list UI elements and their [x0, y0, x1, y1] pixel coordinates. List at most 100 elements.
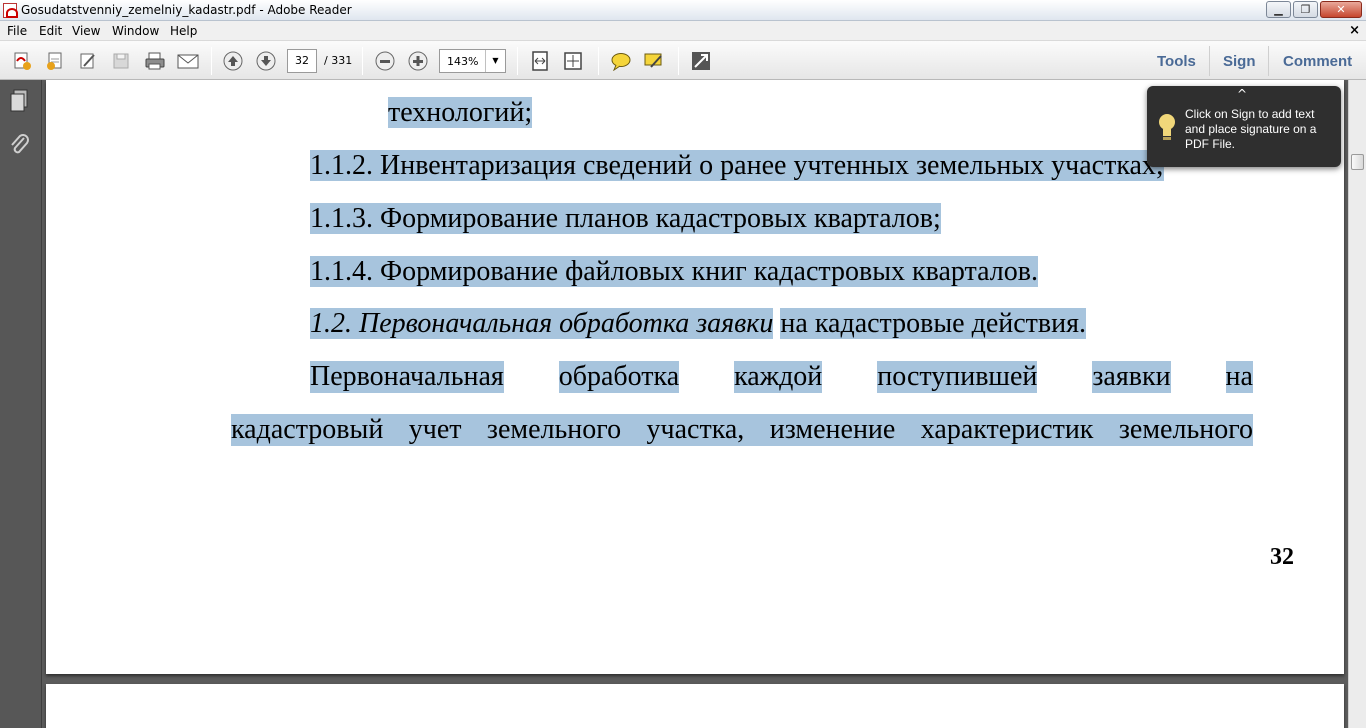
toolbar-separator	[211, 47, 212, 75]
toolbar-separator	[517, 47, 518, 75]
fit-width-button[interactable]	[560, 48, 586, 74]
page-number-input[interactable]: 32	[287, 49, 317, 73]
highlight-icon	[644, 53, 662, 68]
previous-page-button[interactable]	[220, 48, 246, 74]
maximize-button[interactable]: ❐	[1293, 1, 1318, 18]
close-document-icon[interactable]: ×	[1349, 23, 1360, 38]
attachments-button[interactable]	[8, 132, 32, 158]
adobe-reader-icon	[3, 3, 18, 18]
comment-pane-button[interactable]: Comment	[1283, 53, 1352, 70]
close-icon: ✕	[1336, 3, 1346, 16]
minimize-button[interactable]: ▁	[1266, 1, 1291, 18]
document-viewport[interactable]: технологий; 1.1.2. Инвентаризация сведен…	[42, 80, 1348, 728]
save-icon	[113, 53, 129, 69]
document-line: кадастровый учет земельного участка, изм…	[231, 414, 1253, 446]
pane-separator	[1209, 46, 1210, 76]
sign-pane-button[interactable]: Sign	[1223, 53, 1256, 70]
sign-tooltip: ^ Click on Sign to add text and place si…	[1147, 86, 1341, 167]
close-window-button[interactable]: ✕	[1320, 1, 1362, 18]
create-pdf-icon	[14, 52, 31, 70]
comment-icon	[611, 53, 631, 71]
chevron-up-icon[interactable]: ^	[1237, 87, 1247, 101]
email-icon	[177, 54, 199, 69]
selected-word: Первоначальная	[310, 361, 504, 393]
next-page-button[interactable]	[253, 48, 279, 74]
document-line: Первоначальная обработка каждой поступив…	[310, 361, 1253, 393]
restore-icon: ❐	[1300, 3, 1311, 16]
export-button[interactable]	[42, 48, 68, 74]
document-line: 1.1.2. Инвентаризация сведений о ранее у…	[310, 150, 1164, 182]
selected-word: поступившей	[877, 361, 1038, 393]
vertical-scrollbar[interactable]	[1348, 80, 1366, 728]
selected-text: Формирование файловых книг кадастровых к…	[380, 256, 1038, 287]
chevron-down-icon[interactable]: ▼	[485, 50, 505, 72]
highlight-button[interactable]	[640, 48, 666, 74]
selected-word: обработка	[558, 361, 680, 393]
toolbar-separator	[362, 47, 363, 75]
zoom-out-button[interactable]	[372, 48, 398, 74]
menu-help[interactable]: Help	[170, 24, 197, 38]
email-button[interactable]	[174, 48, 200, 74]
fit-page-icon	[532, 51, 548, 71]
create-pdf-button[interactable]	[9, 48, 35, 74]
print-icon	[145, 52, 165, 70]
export-icon	[47, 52, 62, 70]
toolbar-separator	[598, 47, 599, 75]
selected-word: заявки	[1092, 361, 1171, 393]
zoom-in-icon	[408, 51, 428, 71]
pdf-page: технологий; 1.1.2. Инвентаризация сведен…	[46, 80, 1344, 674]
list-number: 1.1.3.	[310, 203, 373, 234]
menu-window[interactable]: Window	[112, 24, 159, 38]
next-page-icon	[256, 51, 276, 71]
lightbulb-icon	[1159, 114, 1175, 140]
comment-button[interactable]	[607, 48, 633, 74]
fit-page-button[interactable]	[527, 48, 553, 74]
document-line: 1.1.3. Формирование планов кадастровых к…	[310, 203, 941, 235]
section-heading: 1.2. Первоначальная обработка заявки	[310, 308, 774, 339]
document-line: технологий;	[388, 97, 533, 129]
save-button[interactable]	[108, 48, 134, 74]
paperclip-icon	[11, 134, 29, 154]
page-thumbnails-button[interactable]	[8, 88, 32, 114]
tools-pane-button[interactable]: Tools	[1157, 53, 1196, 70]
zoom-value: 143%	[447, 55, 479, 68]
title-bar: Gosudatstvenniy_zemelniy_kadastr.pdf - A…	[0, 0, 1366, 21]
scrollbar-thumb[interactable]	[1351, 154, 1364, 170]
menu-bar: File Edit View Window Help ×	[0, 21, 1366, 41]
selected-text: на кадастровые действия.	[780, 308, 1086, 339]
window-title: Gosudatstvenniy_zemelniy_kadastr.pdf - A…	[21, 3, 352, 17]
edit-icon	[80, 53, 95, 69]
window-controls: ▁ ❐ ✕	[1266, 1, 1362, 18]
page-total-label: / 331	[324, 54, 353, 67]
page-number-footer: 32	[1270, 544, 1294, 570]
selected-word: каждой	[734, 361, 823, 393]
zoom-in-button[interactable]	[405, 48, 431, 74]
pane-separator	[1268, 46, 1269, 76]
document-line: 1.2. Первоначальная обработка заявки на …	[310, 308, 1086, 340]
tooltip-text: Click on Sign to add text and place sign…	[1185, 107, 1317, 151]
selected-text: технологий;	[388, 97, 533, 128]
toolbar: 32 / 331 143% ▼ Tools Sign Comment	[0, 41, 1366, 80]
fit-width-icon	[564, 52, 582, 70]
selected-text: Формирование планов кадастровых квартало…	[380, 203, 941, 234]
zoom-select[interactable]: 143% ▼	[439, 49, 506, 73]
minimize-icon: ▁	[1274, 3, 1283, 16]
print-button[interactable]	[141, 48, 167, 74]
list-number: 1.1.2.	[310, 150, 373, 181]
zoom-out-icon	[375, 51, 395, 71]
document-line: 1.1.4. Формирование файловых книг кадаст…	[310, 256, 1038, 288]
fullscreen-button[interactable]	[688, 48, 714, 74]
page-thumbnails-icon	[10, 89, 28, 112]
list-number: 1.1.4.	[310, 256, 373, 287]
previous-page-icon	[223, 51, 243, 71]
menu-file[interactable]: File	[7, 24, 27, 38]
fullscreen-icon	[692, 52, 710, 70]
next-pdf-page	[46, 684, 1344, 728]
selected-word: на	[1225, 361, 1253, 393]
navigation-pane	[0, 80, 42, 728]
toolbar-separator	[678, 47, 679, 75]
menu-view[interactable]: View	[72, 24, 100, 38]
edit-button[interactable]	[75, 48, 101, 74]
selected-text: Инвентаризация сведений о ранее учтенных…	[380, 150, 1164, 181]
menu-edit[interactable]: Edit	[39, 24, 62, 38]
